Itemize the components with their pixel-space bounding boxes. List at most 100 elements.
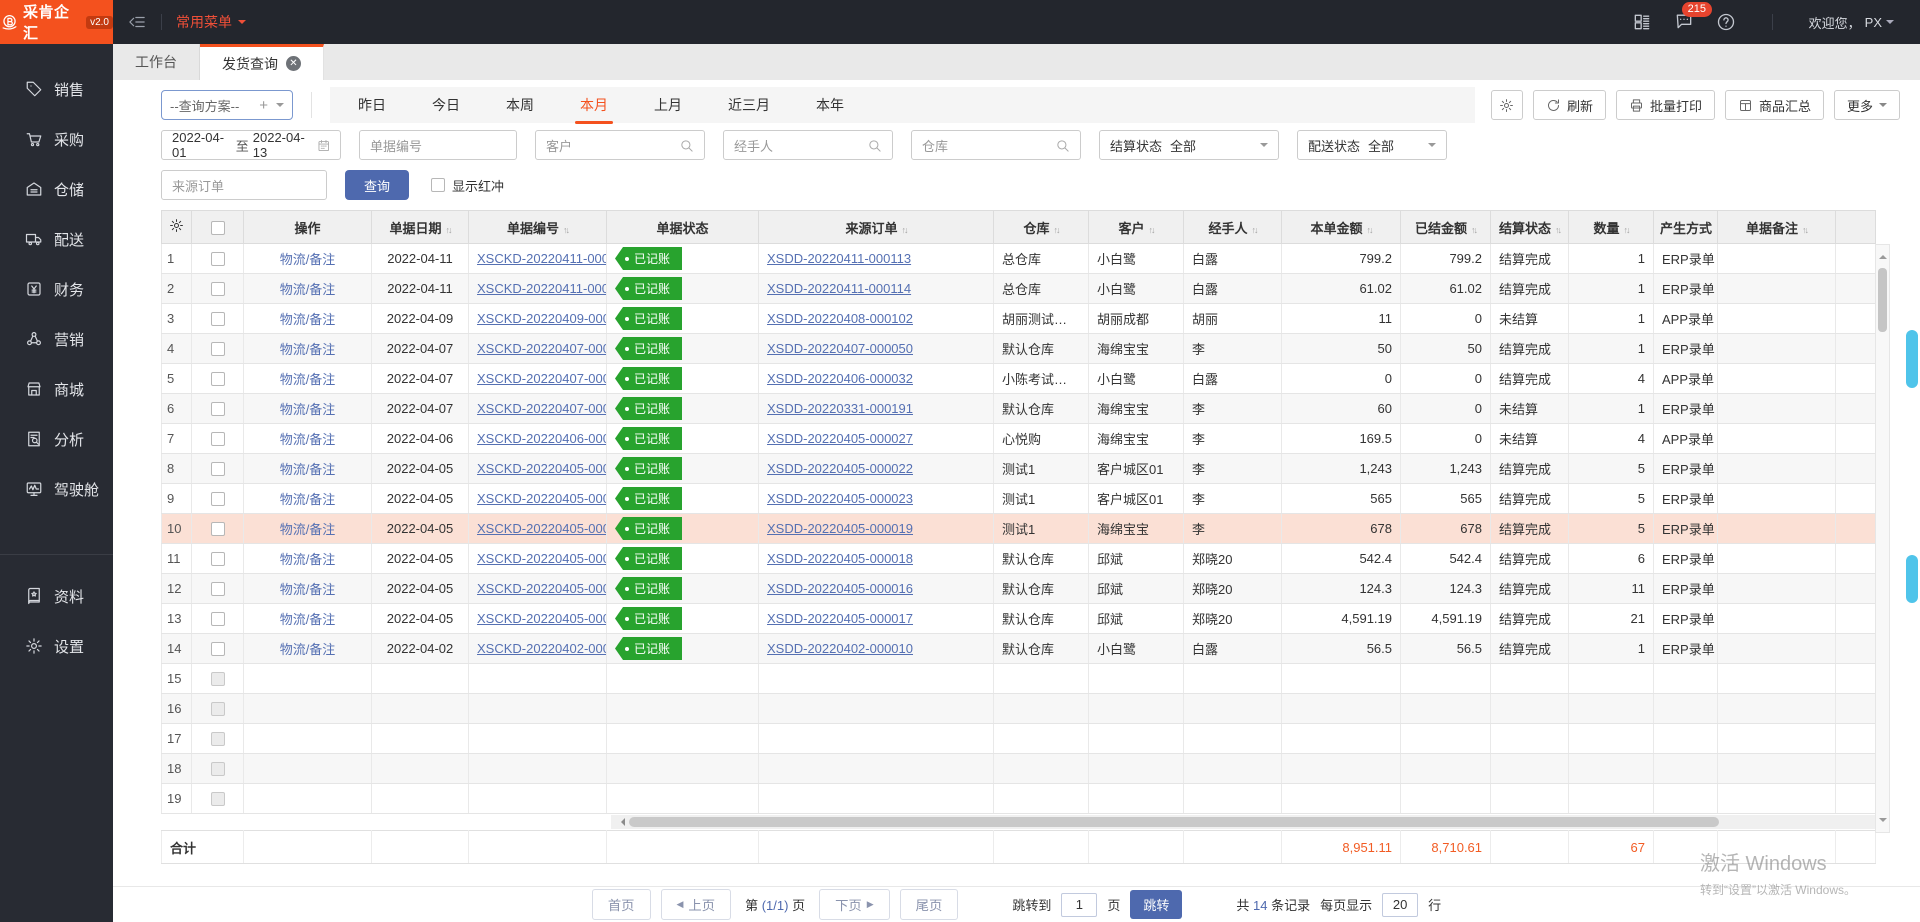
table-row[interactable]: 11物流/备注2022-04-05XSCKD-20220405-000…已记账X… <box>162 544 1876 574</box>
calendar-icon[interactable] <box>317 138 330 153</box>
doc-no-link[interactable]: XSCKD-20220409-000… <box>477 311 607 326</box>
first-page-button[interactable]: 首页 <box>592 889 651 920</box>
date-preset-1[interactable]: 今日 <box>432 95 460 115</box>
doc-no-link[interactable]: XSCKD-20220407-000… <box>477 371 607 386</box>
logistics-remark-links[interactable]: 物流/备注 <box>280 522 336 537</box>
doc-no-link[interactable]: XSCKD-20220411-000… <box>477 281 607 296</box>
column-header-8[interactable]: 本单金额↑↓ <box>1282 211 1401 244</box>
select-all-checkbox[interactable] <box>211 221 225 235</box>
next-page-button[interactable]: 下页▶ <box>819 889 890 920</box>
source-order-link[interactable]: XSDD-20220405-000019 <box>767 521 913 536</box>
goods-summary-button[interactable]: 商品汇总 <box>1725 90 1824 120</box>
column-header-9[interactable]: 已结金额↑↓ <box>1401 211 1491 244</box>
doc-no-link[interactable]: XSCKD-20220405-000… <box>477 551 607 566</box>
table-row[interactable]: 5物流/备注2022-04-07XSCKD-20220407-000…已记账XS… <box>162 364 1876 394</box>
row-checkbox[interactable] <box>211 552 225 566</box>
jump-page-input[interactable] <box>1061 893 1097 917</box>
scroll-left-arrow-icon[interactable] <box>617 818 625 826</box>
sidebar-item-main-0[interactable]: 销售 <box>0 64 113 114</box>
column-header-1[interactable]: 单据日期↑↓ <box>372 211 469 244</box>
table-row[interactable]: 13物流/备注2022-04-05XSCKD-20220405-000…已记账X… <box>162 604 1876 634</box>
search-icon[interactable] <box>1055 138 1070 153</box>
row-checkbox[interactable] <box>211 492 225 506</box>
doc-no-link[interactable]: XSCKD-20220405-000… <box>477 521 607 536</box>
row-checkbox[interactable] <box>211 372 225 386</box>
logistics-remark-links[interactable]: 物流/备注 <box>280 432 336 447</box>
prev-page-button[interactable]: ◀上页 <box>661 889 732 920</box>
row-checkbox[interactable] <box>211 672 225 686</box>
sort-icon[interactable]: ↑↓ <box>902 225 907 235</box>
sidebar-item-secondary-0[interactable]: 资料 <box>0 571 113 621</box>
doc-no-link[interactable]: XSCKD-20220411-000… <box>477 251 607 266</box>
row-checkbox[interactable] <box>211 462 225 476</box>
close-tab-icon[interactable]: ✕ <box>286 56 301 71</box>
source-order-input[interactable]: 来源订单 <box>161 170 327 200</box>
help-icon[interactable] <box>1716 12 1736 32</box>
row-checkbox[interactable] <box>211 582 225 596</box>
search-icon[interactable] <box>679 138 694 153</box>
source-order-link[interactable]: XSDD-20220405-000018 <box>767 551 913 566</box>
sidebar-item-main-3[interactable]: 配送 <box>0 214 113 264</box>
source-order-link[interactable]: XSDD-20220407-000050 <box>767 341 913 356</box>
source-order-link[interactable]: XSDD-20220405-000022 <box>767 461 913 476</box>
sort-icon[interactable]: ↑↓ <box>1555 225 1560 235</box>
per-page-input[interactable] <box>1382 893 1418 917</box>
date-preset-4[interactable]: 上月 <box>654 95 682 115</box>
doc-no-input[interactable]: 单据编号 <box>359 130 517 160</box>
page-scrollbar-thumb[interactable] <box>1906 555 1918 603</box>
source-order-link[interactable]: XSDD-20220405-000027 <box>767 431 913 446</box>
source-order-link[interactable]: XSDD-20220411-000114 <box>767 281 911 296</box>
search-button[interactable]: 查询 <box>345 170 409 200</box>
sort-icon[interactable]: ↑↓ <box>1149 225 1154 235</box>
row-checkbox[interactable] <box>211 312 225 326</box>
horizontal-scroll-thumb[interactable] <box>629 817 1719 827</box>
sort-icon[interactable]: ↑↓ <box>1367 225 1372 235</box>
row-checkbox[interactable] <box>211 732 225 746</box>
table-row[interactable]: 12物流/备注2022-04-05XSCKD-20220405-000…已记账X… <box>162 574 1876 604</box>
source-order-link[interactable]: XSDD-20220405-000023 <box>767 491 913 506</box>
table-settings-button[interactable] <box>1491 90 1523 120</box>
row-checkbox[interactable] <box>211 792 225 806</box>
logistics-remark-links[interactable]: 物流/备注 <box>280 252 336 267</box>
doc-no-link[interactable]: XSCKD-20220402-000… <box>477 641 607 656</box>
logistics-remark-links[interactable]: 物流/备注 <box>280 582 336 597</box>
logistics-remark-links[interactable]: 物流/备注 <box>280 312 336 327</box>
table-row[interactable]: 14物流/备注2022-04-02XSCKD-20220402-000…已记账X… <box>162 634 1876 664</box>
sidebar-item-secondary-1[interactable]: 设置 <box>0 621 113 671</box>
page-scrollbar-thumb[interactable] <box>1906 330 1918 388</box>
table-row[interactable]: 1物流/备注2022-04-11XSCKD-20220411-000…已记账XS… <box>162 244 1876 274</box>
search-icon[interactable] <box>867 138 882 153</box>
table-row[interactable]: 2物流/备注2022-04-11XSCKD-20220411-000…已记账XS… <box>162 274 1876 304</box>
date-preset-6[interactable]: 本年 <box>816 95 844 115</box>
more-button[interactable]: 更多 <box>1834 90 1900 120</box>
table-row[interactable]: 10物流/备注2022-04-05XSCKD-20220405-000…已记账X… <box>162 514 1876 544</box>
source-order-link[interactable]: XSDD-20220411-000113 <box>767 251 911 266</box>
customer-input[interactable]: 客户 <box>535 130 705 160</box>
table-row[interactable]: 8物流/备注2022-04-05XSCKD-20220405-000…已记账XS… <box>162 454 1876 484</box>
table-row[interactable]: 4物流/备注2022-04-07XSCKD-20220407-000…已记账XS… <box>162 334 1876 364</box>
sort-icon[interactable]: ↑↓ <box>1252 225 1257 235</box>
source-order-link[interactable]: XSDD-20220405-000016 <box>767 581 913 596</box>
logistics-remark-links[interactable]: 物流/备注 <box>280 642 336 657</box>
date-preset-0[interactable]: 昨日 <box>358 95 386 115</box>
doc-no-link[interactable]: XSCKD-20220405-000… <box>477 461 607 476</box>
column-header-11[interactable]: 数量↑↓ <box>1569 211 1654 244</box>
date-preset-3[interactable]: 本月 <box>580 95 608 115</box>
table-vertical-scrollbar[interactable] <box>1875 244 1890 833</box>
column-header-5[interactable]: 仓库↑↓ <box>994 211 1089 244</box>
column-header-10[interactable]: 结算状态↑↓ <box>1491 211 1569 244</box>
query-plan-select[interactable]: --查询方案-- + <box>161 90 293 120</box>
logistics-remark-links[interactable]: 物流/备注 <box>280 462 336 477</box>
source-order-link[interactable]: XSDD-20220408-000102 <box>767 311 913 326</box>
sort-icon[interactable]: ↑↓ <box>1471 225 1476 235</box>
logistics-remark-links[interactable]: 物流/备注 <box>280 552 336 567</box>
source-order-link[interactable]: XSDD-20220405-000017 <box>767 611 913 626</box>
doc-no-link[interactable]: XSCKD-20220405-000… <box>477 581 607 596</box>
warehouse-input[interactable]: 仓库 <box>911 130 1081 160</box>
sort-icon[interactable]: ↑↓ <box>1054 225 1059 235</box>
doc-no-link[interactable]: XSCKD-20220405-000… <box>477 491 607 506</box>
scroll-down-arrow-icon[interactable] <box>1879 818 1887 826</box>
doc-no-link[interactable]: XSCKD-20220406-000… <box>477 431 607 446</box>
source-order-link[interactable]: XSDD-20220406-000032 <box>767 371 913 386</box>
row-checkbox[interactable] <box>211 402 225 416</box>
